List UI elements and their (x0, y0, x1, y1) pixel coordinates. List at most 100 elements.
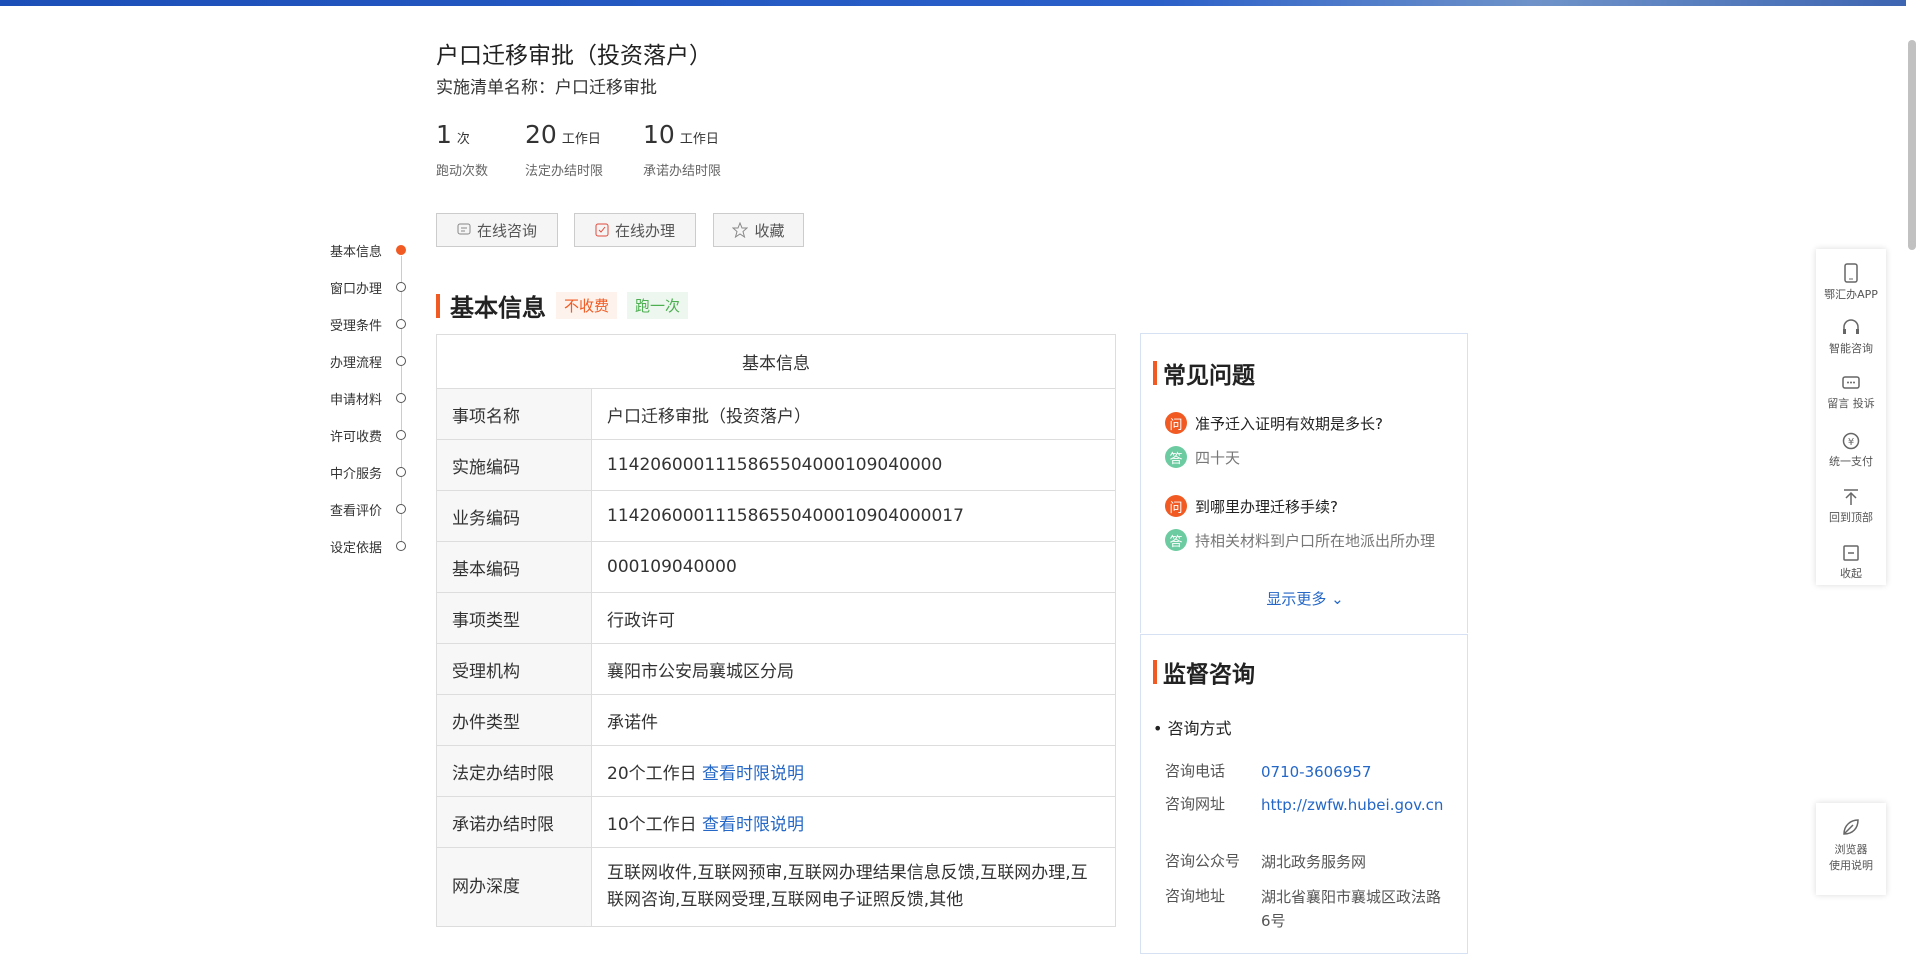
table-header: 基本信息 (436, 334, 1116, 389)
section-header: 基本信息 不收费 跑一次 (436, 288, 689, 323)
tool-label: 收起 (1840, 567, 1862, 580)
online-handle-button[interactable]: 在线办理 (574, 213, 696, 247)
show-more-label: 显示更多 (1266, 590, 1327, 608)
stat-value: 1 (436, 120, 452, 149)
chevron-down-icon: ⌄ (1331, 590, 1344, 608)
faq-question[interactable]: 问 准予迁入证明有效期是多长? (1165, 412, 1445, 436)
collapse-icon (1843, 545, 1859, 561)
question-badge: 问 (1165, 495, 1187, 517)
nav-dot[interactable] (396, 356, 406, 366)
question-text: 准予迁入证明有效期是多长? (1195, 415, 1383, 433)
answer-badge: 答 (1165, 529, 1187, 551)
browser-help[interactable]: 浏览器 使用说明 (1816, 803, 1886, 895)
row-value-with-link: 20个工作日 查看时限说明 (591, 745, 1116, 797)
table-row: 法定办结时限 20个工作日 查看时限说明 (436, 745, 1116, 797)
nav-dot-active[interactable] (396, 245, 406, 255)
show-more-link[interactable]: 显示更多 ⌄ (1141, 588, 1469, 609)
faq-card: 常见问题 问 准予迁入证明有效期是多长? 答 四十天 问 到哪里办理迁移手续? … (1140, 333, 1468, 633)
tag-no-fee: 不收费 (556, 292, 618, 319)
row-key: 咨询公众号 (1165, 852, 1241, 870)
scrollbar-thumb[interactable] (1908, 40, 1916, 250)
leaf-icon (1843, 819, 1859, 835)
table-row: 事项类型 行政许可 (436, 592, 1116, 644)
consult-address-row: 咨询地址 湖北省襄阳市襄城区政法路6号 (1165, 885, 1447, 933)
nav-dot[interactable] (396, 541, 406, 551)
supervise-title-text: 监督咨询 (1163, 662, 1255, 688)
row-value: 承诺件 (591, 694, 1116, 746)
question-badge: 问 (1165, 412, 1187, 434)
consult-url-row: 咨询网址 http://zwfw.hubei.gov.cn (1165, 793, 1447, 817)
consult-url[interactable]: http://zwfw.hubei.gov.cn (1261, 793, 1447, 817)
stat-label: 承诺办结时限 (643, 164, 722, 179)
time-value: 10个工作日 (607, 814, 697, 835)
consult-phone[interactable]: 0710-3606957 (1261, 760, 1447, 784)
mobile-phone-icon (1844, 263, 1858, 283)
time-limit-link[interactable]: 查看时限说明 (702, 815, 804, 835)
top-banner (0, 0, 1920, 6)
answer-text: 四十天 (1195, 449, 1241, 467)
consult-account: 湖北政务服务网 (1261, 853, 1367, 871)
row-value: 000109040000 (591, 541, 1116, 593)
tool-label: 智能咨询 (1829, 342, 1873, 355)
accent-bar (1153, 660, 1157, 684)
online-consult-label: 在线咨询 (476, 221, 537, 240)
row-key: 事项类型 (436, 592, 592, 644)
stat-unit: 工作日 (561, 132, 601, 147)
stat-value: 20 (525, 120, 557, 149)
tool-label: 鄂汇办APP (1824, 288, 1878, 301)
tool-collapse[interactable]: 收起 (1816, 544, 1886, 581)
faq-answer: 答 四十天 (1165, 446, 1445, 470)
tool-message[interactable]: 留言 投诉 (1816, 376, 1886, 411)
row-value: 户口迁移审批（投资落户） (591, 388, 1116, 440)
table-row: 承诺办结时限 10个工作日 查看时限说明 (436, 796, 1116, 848)
row-key: 办件类型 (436, 694, 592, 746)
time-value: 20个工作日 (607, 763, 697, 784)
row-key: 网办深度 (436, 847, 592, 927)
tool-smart-consult[interactable]: 智能咨询 (1816, 319, 1886, 356)
tool-app[interactable]: 鄂汇办APP (1816, 263, 1886, 302)
tag-run-once: 跑一次 (627, 292, 689, 319)
stat-promise-limit: 10 工作日 承诺办结时限 (643, 120, 721, 179)
favorite-button[interactable]: 收藏 (713, 213, 804, 247)
page-subtitle: 实施清单名称：户口迁移审批 (436, 78, 657, 98)
consult-address: 湖北省襄阳市襄城区政法路6号 (1261, 888, 1442, 930)
star-icon (732, 222, 749, 238)
row-value: 互联网收件,互联网预审,互联网办理结果信息反馈,互联网办理,互联网咨询,互联网受… (591, 847, 1116, 927)
basic-info-table: 基本信息 事项名称 户口迁移审批（投资落户） 实施编码 11420600011158… (436, 334, 1116, 927)
stat-value: 10 (643, 120, 675, 149)
faq-question[interactable]: 问 到哪里办理迁移手续? (1165, 495, 1445, 519)
row-key: 咨询网址 (1165, 795, 1226, 813)
supervise-card: 监督咨询 • 咨询方式 咨询电话 0710-3606957 咨询网址 http://… (1140, 634, 1468, 954)
faq-answer: 答 持相关材料到户口所在地派出所办理 (1165, 529, 1445, 553)
row-key: 基本编码 (436, 541, 592, 593)
tool-back-to-top[interactable]: 回到顶部 (1816, 488, 1886, 525)
nav-dot[interactable] (396, 430, 406, 440)
table-row: 实施编码 11420600011158655040001090400​00 (436, 439, 1116, 491)
time-limit-link[interactable]: 查看时限说明 (702, 764, 804, 784)
table-row: 网办深度 互联网收件,互联网预审,互联网办理结果信息反馈,互联网办理,互联网咨询,… (436, 847, 1116, 927)
table-row: 基本编码 000109040000 (436, 541, 1116, 593)
online-consult-button[interactable]: 在线咨询 (436, 213, 558, 247)
row-key: 承诺办结时限 (436, 796, 592, 848)
nav-dot[interactable] (396, 467, 406, 477)
chat-icon (457, 223, 471, 235)
nav-dot[interactable] (396, 282, 406, 292)
accent-bar (436, 293, 440, 318)
row-key: 事项名称 (436, 388, 592, 440)
nav-dot[interactable] (396, 393, 406, 403)
tool-label: 统一支付 (1829, 455, 1873, 468)
tool-label: 回到顶部 (1829, 511, 1873, 524)
yen-icon: ¥ (1842, 432, 1860, 450)
stat-label: 跑动次数 (436, 164, 489, 179)
stat-legal-limit: 20 工作日 法定办结时限 (525, 120, 603, 179)
tool-label: 留言 投诉 (1827, 397, 1875, 410)
nav-dot[interactable] (396, 319, 406, 329)
arrow-up-icon (1844, 489, 1858, 505)
accent-bar (1153, 361, 1157, 385)
tool-payment[interactable]: ¥ 统一支付 (1816, 432, 1886, 469)
consult-way-label: • 咨询方式 (1153, 719, 1232, 738)
row-value: 行政许可 (591, 592, 1116, 644)
nav-dot[interactable] (396, 504, 406, 514)
consult-account-row: 咨询公众号 湖北政务服务网 (1165, 850, 1447, 874)
scrollbar[interactable] (1906, 0, 1920, 944)
